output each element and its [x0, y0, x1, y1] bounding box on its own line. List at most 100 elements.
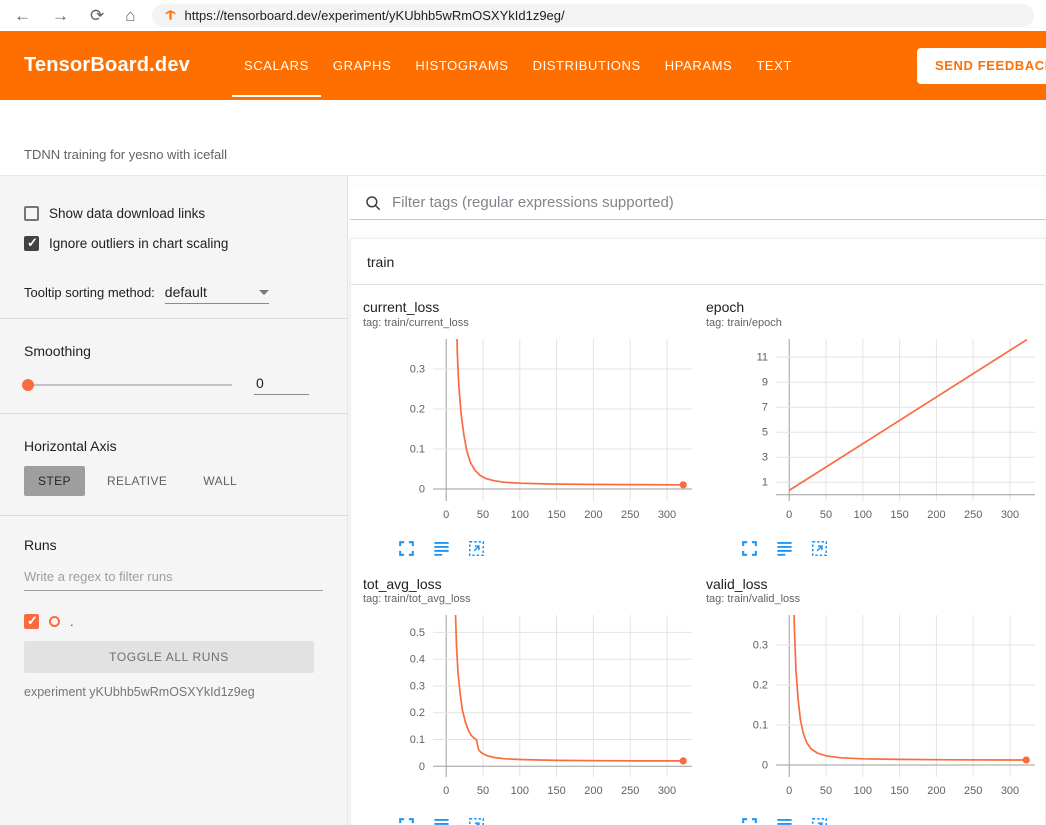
experiment-title-bar: TDNN training for yesno with icefall — [0, 100, 1046, 176]
chart-title: current_loss — [363, 299, 700, 317]
data-lines-icon[interactable] — [432, 816, 451, 825]
svg-text:100: 100 — [511, 509, 529, 521]
svg-text:50: 50 — [820, 785, 832, 797]
svg-text:100: 100 — [854, 785, 872, 797]
tab-text[interactable]: TEXT — [744, 31, 804, 100]
back-icon[interactable]: ← — [14, 7, 31, 24]
svg-text:200: 200 — [584, 785, 602, 797]
expand-chart-icon[interactable] — [740, 539, 759, 558]
fit-domain-icon[interactable] — [810, 816, 829, 825]
expand-chart-icon[interactable] — [397, 539, 416, 558]
forward-icon[interactable]: → — [52, 7, 69, 24]
toggle-all-runs-button[interactable]: TOGGLE ALL RUNS — [24, 641, 314, 673]
svg-text:50: 50 — [477, 509, 489, 521]
valid_loss-line-chart[interactable]: 05010015020025030000.10.20.3 — [706, 609, 1043, 805]
expand-chart-icon[interactable] — [740, 816, 759, 825]
tab-graphs[interactable]: GRAPHS — [321, 31, 404, 100]
data-lines-icon[interactable] — [775, 816, 794, 825]
checkbox-label: Show data download links — [49, 206, 205, 221]
chart-card-valid_loss: valid_losstag: train/valid_loss050100150… — [706, 576, 1043, 825]
svg-text:250: 250 — [964, 785, 982, 797]
svg-text:50: 50 — [820, 509, 832, 521]
svg-text:0.2: 0.2 — [410, 707, 425, 719]
svg-text:150: 150 — [890, 509, 908, 521]
svg-text:5: 5 — [762, 426, 768, 438]
svg-text:300: 300 — [1001, 785, 1019, 797]
step-axis-button[interactable]: STEP — [24, 466, 85, 496]
tensorboard-logo: TensorBoard.dev — [0, 54, 190, 77]
home-icon[interactable]: ⌂ — [125, 7, 135, 24]
svg-text:0.2: 0.2 — [753, 680, 768, 692]
tooltip-sorting-dropdown[interactable]: default — [165, 284, 269, 304]
chart-tag: tag: train/valid_loss — [706, 593, 1043, 605]
chart-title: tot_avg_loss — [363, 576, 700, 594]
svg-text:11: 11 — [757, 351, 768, 363]
expand-chart-icon[interactable] — [397, 816, 416, 825]
svg-text:150: 150 — [890, 785, 908, 797]
dropdown-value: default — [165, 284, 207, 300]
svg-text:100: 100 — [511, 785, 529, 797]
svg-text:0.4: 0.4 — [410, 654, 425, 666]
nav-tabs: SCALARS GRAPHS HISTOGRAMS DISTRIBUTIONS … — [232, 31, 804, 100]
svg-text:0.1: 0.1 — [410, 734, 425, 746]
tab-scalars[interactable]: SCALARS — [232, 31, 321, 100]
runs-filter-input[interactable] — [24, 565, 323, 591]
chart-toolbar — [740, 538, 1043, 560]
chevron-down-icon — [259, 290, 269, 295]
wall-axis-button[interactable]: WALL — [189, 466, 251, 496]
slider-thumb[interactable] — [22, 379, 34, 391]
smoothing-value-input[interactable]: 0 — [254, 375, 309, 395]
svg-text:50: 50 — [477, 785, 489, 797]
data-lines-icon[interactable] — [775, 539, 794, 558]
checkbox-unchecked-icon — [24, 206, 39, 221]
send-feedback-button[interactable]: SEND FEEDBACK — [917, 48, 1046, 84]
divider — [0, 318, 347, 319]
svg-text:7: 7 — [762, 401, 768, 413]
address-bar[interactable]: https://tensorboard.dev/experiment/yKUbh… — [152, 4, 1034, 27]
checkbox-label: Ignore outliers in chart scaling — [49, 236, 228, 251]
svg-text:250: 250 — [621, 785, 639, 797]
browser-toolbar: ← → ⟳ ⌂ https://tensorboard.dev/experime… — [0, 0, 1046, 31]
show-download-links-checkbox[interactable]: Show data download links — [24, 202, 323, 224]
ignore-outliers-checkbox[interactable]: Ignore outliers in chart scaling — [24, 232, 323, 254]
svg-text:3: 3 — [762, 451, 768, 463]
svg-text:0.1: 0.1 — [410, 443, 425, 455]
tab-hparams[interactable]: HPARAMS — [653, 31, 745, 100]
filter-tags-input[interactable] — [392, 194, 1032, 211]
fit-domain-icon[interactable] — [810, 539, 829, 558]
tooltip-sorting-label: Tooltip sorting method: — [24, 285, 155, 300]
svg-text:100: 100 — [854, 509, 872, 521]
settings-sidebar: Show data download links Ignore outliers… — [0, 176, 348, 825]
experiment-id-label: experiment yKUbhb5wRmOSXYkId1z9eg — [24, 685, 323, 699]
reload-icon[interactable]: ⟳ — [90, 7, 104, 24]
url-text: https://tensorboard.dev/experiment/yKUbh… — [185, 8, 565, 23]
train-group-header[interactable]: train — [351, 239, 1045, 285]
chart-toolbar — [397, 538, 700, 560]
fit-domain-icon[interactable] — [467, 816, 486, 825]
smoothing-slider[interactable] — [24, 384, 232, 386]
svg-text:1: 1 — [762, 476, 768, 488]
current_loss-line-chart[interactable]: 05010015020025030000.10.20.3 — [363, 333, 700, 529]
fit-domain-icon[interactable] — [467, 539, 486, 558]
tot_avg_loss-line-chart[interactable]: 05010015020025030000.10.20.30.40.5 — [363, 609, 700, 805]
svg-text:200: 200 — [584, 509, 602, 521]
search-icon — [364, 194, 382, 212]
run-checkbox-checked-icon[interactable] — [24, 614, 39, 629]
run-list-item[interactable]: . — [24, 611, 323, 631]
data-lines-icon[interactable] — [432, 539, 451, 558]
relative-axis-button[interactable]: RELATIVE — [93, 466, 181, 496]
experiment-title: TDNN training for yesno with icefall — [24, 147, 227, 162]
svg-text:0: 0 — [443, 509, 449, 521]
tab-histograms[interactable]: HISTOGRAMS — [403, 31, 520, 100]
svg-text:0.3: 0.3 — [410, 681, 425, 693]
svg-text:9: 9 — [762, 376, 768, 388]
runs-label: Runs — [24, 537, 323, 553]
checkbox-checked-icon — [24, 236, 39, 251]
epoch-line-chart[interactable]: 0501001502002503001357911 — [706, 333, 1043, 529]
svg-text:200: 200 — [927, 785, 945, 797]
train-group-card: train current_losstag: train/current_los… — [350, 238, 1046, 825]
charts-grid: current_losstag: train/current_loss05010… — [351, 285, 1045, 825]
chart-tag: tag: train/current_loss — [363, 317, 700, 329]
chart-card-epoch: epochtag: train/epoch0501001502002503001… — [706, 299, 1043, 560]
tab-distributions[interactable]: DISTRIBUTIONS — [521, 31, 653, 100]
